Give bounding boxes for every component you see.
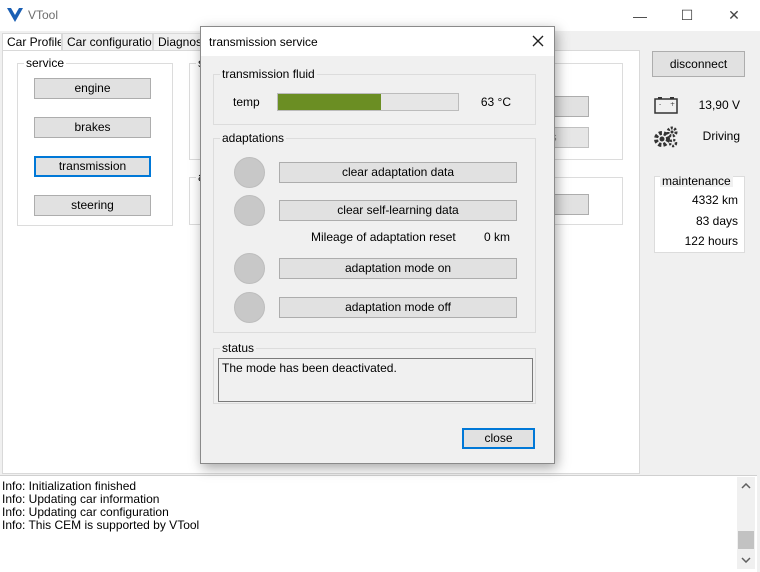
self-learning-status-led [234, 195, 265, 226]
transmission-fluid-legend: transmission fluid [220, 67, 317, 81]
dialog-title: transmission service [209, 35, 318, 49]
svg-text:+: + [670, 101, 675, 108]
scroll-thumb[interactable] [738, 531, 754, 549]
dialog-title-bar: transmission service [201, 27, 554, 56]
status-legend: status [220, 341, 257, 355]
mileage-reset-label: Mileage of adaptation reset [311, 230, 456, 244]
transmission-fluid-group: transmission fluid temp 63 °C [213, 67, 536, 125]
close-icon: ✕ [728, 7, 740, 23]
maintenance-hours: 122 hours [684, 234, 738, 248]
log-panel: Info: Initialization finished Info: Upda… [0, 475, 757, 572]
minimize-icon: — [633, 7, 647, 24]
dialog-close-icon[interactable] [530, 33, 546, 49]
maintenance-days: 83 days [695, 214, 738, 228]
maintenance-km: 4332 km [691, 193, 738, 207]
battery-voltage: 13,90 V [698, 98, 740, 112]
service-legend: service [24, 56, 67, 70]
transmission-service-dialog: transmission service transmission fluid … [200, 26, 555, 464]
status-group: status The mode has been deactivated. [213, 341, 536, 404]
log-scrollbar[interactable] [737, 477, 755, 569]
app-title: VTool [28, 8, 59, 22]
service-group: service engine brakes transmission steer… [17, 56, 173, 226]
clear-adaptation-data-button[interactable]: clear adaptation data [279, 162, 517, 183]
disconnect-button[interactable]: disconnect [652, 51, 745, 77]
battery-icon: - + [654, 97, 678, 114]
adaptation-mode-off-button[interactable]: adaptation mode off [279, 297, 517, 318]
temp-value: 63 °C [480, 95, 511, 109]
clear-self-learning-data-button[interactable]: clear self-learning data [279, 200, 517, 221]
steering-button[interactable]: steering [34, 195, 151, 216]
temp-progress-fill [278, 94, 381, 110]
status-text-box: The mode has been deactivated. [218, 358, 533, 402]
adaptations-legend: adaptations [220, 131, 287, 145]
close-button[interactable]: close [462, 428, 535, 449]
maximize-button[interactable]: ☐ [664, 0, 710, 31]
temp-label: temp [233, 95, 260, 109]
scroll-up-icon[interactable] [741, 483, 751, 489]
window-close-button[interactable]: ✕ [711, 0, 757, 31]
transmission-button[interactable]: transmission [34, 156, 151, 177]
car-state: Driving [702, 129, 740, 143]
right-panel: disconnect - + 13,90 V Driving [640, 31, 760, 475]
mileage-reset-value: 0 km [483, 230, 510, 244]
adaptation-mode-on-button[interactable]: adaptation mode on [279, 258, 517, 279]
mode-off-status-led [234, 292, 265, 323]
svg-text:-: - [659, 101, 661, 108]
adaptation-status-led [234, 157, 265, 188]
engine-button[interactable]: engine [34, 78, 151, 99]
scroll-down-icon[interactable] [741, 557, 751, 563]
app-logo-icon [7, 8, 23, 22]
mode-on-status-led [234, 253, 265, 284]
minimize-button[interactable]: — [617, 0, 663, 31]
gears-icon [654, 126, 678, 148]
maximize-icon: ☐ [680, 7, 694, 23]
log-line: Info: This CEM is supported by VTool [2, 518, 200, 532]
maintenance-legend: maintenance [660, 174, 733, 188]
temp-progress-bar [277, 93, 459, 111]
brakes-button[interactable]: brakes [34, 117, 151, 138]
adaptations-group: adaptations clear adaptation data clear … [213, 131, 536, 333]
